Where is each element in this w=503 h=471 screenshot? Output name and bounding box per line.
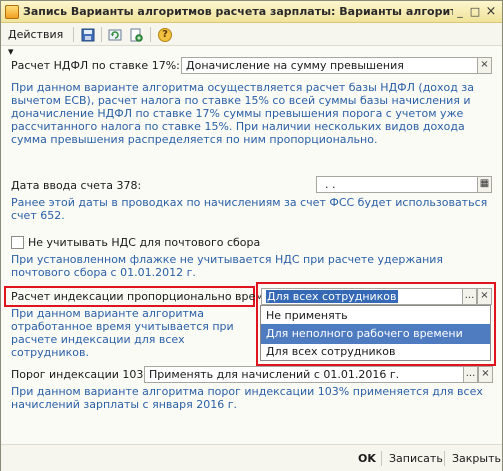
dropdown-option-none[interactable]: Не применять: [261, 306, 490, 326]
threshold-hint: При данном варианте алгоритма порог инде…: [11, 385, 483, 411]
maximize-icon[interactable]: □: [468, 5, 482, 19]
footer-divider: [444, 451, 445, 466]
ok-button[interactable]: OK: [358, 451, 376, 467]
actions-menu-button[interactable]: Действия ▾: [5, 26, 69, 58]
help-icon: ?: [158, 27, 172, 42]
footer-bar: OK Записать Закрыть: [1, 444, 502, 471]
vat-hint: При установленном флажке не учитывается …: [11, 253, 444, 279]
dropdown-option-part-time[interactable]: Для неполного рабочего времени: [261, 324, 490, 344]
app-icon: [5, 5, 19, 19]
date378-label: Дата ввода счета 378:: [11, 179, 142, 192]
threshold-clear-button[interactable]: ×: [478, 366, 493, 383]
calendar-icon: ▦: [479, 178, 490, 189]
ndfl-hint: При данном варианте алгоритма осуществля…: [11, 81, 474, 146]
footer-divider: [381, 451, 382, 466]
threshold-select-field[interactable]: Применять для начислений с 01.01.2016 г.: [144, 366, 464, 383]
save-disk-button[interactable]: [79, 26, 97, 43]
clear-icon: ×: [480, 59, 489, 70]
toolbar-divider: [73, 27, 74, 42]
chevron-down-icon: ▾: [8, 45, 14, 58]
copy-document-button[interactable]: [127, 26, 145, 43]
refresh-icon: [108, 29, 122, 40]
clear-icon: ×: [481, 368, 490, 379]
indexation-hint: При данном варианте алгоритма отработанн…: [11, 307, 234, 359]
threshold-choose-button[interactable]: ...: [463, 366, 478, 383]
close-button[interactable]: Закрыть: [452, 451, 501, 467]
save-disk-icon: [81, 28, 95, 41]
refresh-button[interactable]: [106, 26, 124, 43]
date378-hint: Ранее этой даты в проводках по начислени…: [11, 196, 488, 222]
window-title: Запись Варианты алгоритмов расчета зарпл…: [23, 5, 453, 18]
ndfl-label: Расчет НДФЛ по ставке 17%:: [11, 59, 180, 72]
close-icon[interactable]: ×: [484, 5, 498, 19]
date378-input[interactable]: . .: [316, 176, 478, 193]
vat-checkbox-label[interactable]: Не учитывать НДС для почтового сбора: [28, 236, 260, 249]
save-button[interactable]: Записать: [389, 451, 443, 467]
document-add-icon: [130, 28, 143, 42]
toolbar: Действия ▾ ?: [1, 23, 502, 58]
calendar-button[interactable]: ▦: [477, 176, 492, 193]
form-window: Запись Варианты алгоритмов расчета зарпл…: [0, 0, 503, 471]
actions-menu-label: Действия: [8, 28, 64, 41]
toolbar-divider: [101, 27, 102, 42]
vat-checkbox[interactable]: [11, 236, 24, 249]
title-bar[interactable]: Запись Варианты алгоритмов расчета зарпл…: [1, 1, 502, 23]
indexation-dropdown-list: Не применять Для неполного рабочего врем…: [260, 305, 491, 361]
help-button[interactable]: ?: [156, 26, 174, 43]
ndfl-clear-button[interactable]: ×: [477, 57, 492, 74]
minimize-icon[interactable]: _: [453, 5, 467, 19]
ndfl-select-field[interactable]: Доначисление на сумму превышения: [181, 57, 478, 74]
indexation-label: Расчет индексации пропорционально времен…: [11, 290, 289, 303]
toolbar-divider: [150, 27, 151, 42]
threshold-label: Порог индексации 103%:: [11, 368, 158, 381]
ellipsis-icon: ...: [465, 368, 476, 379]
dropdown-option-all-employees[interactable]: Для всех сотрудников: [261, 342, 490, 362]
